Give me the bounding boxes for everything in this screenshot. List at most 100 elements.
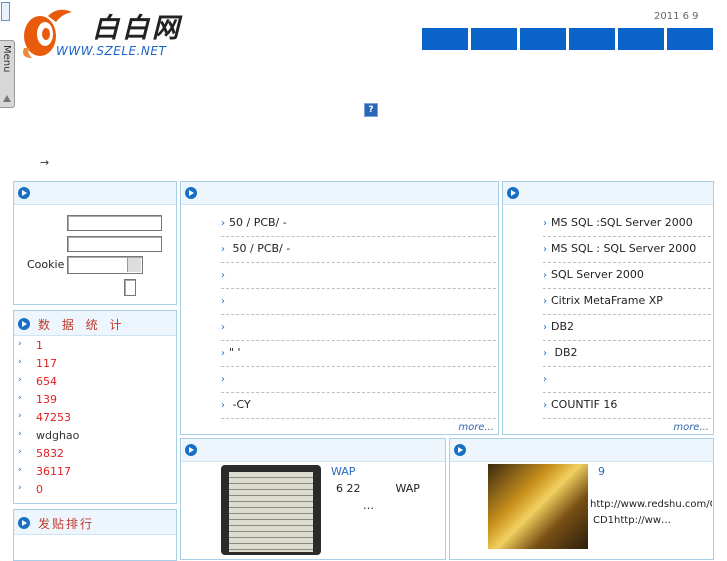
stat-value: 117 [36, 357, 57, 370]
stat-value: 0 [36, 483, 43, 496]
chevron-right-icon: › [221, 322, 225, 333]
nav-button-4[interactable] [569, 28, 615, 50]
chevron-right-icon: › [18, 411, 22, 421]
phone-screen [229, 472, 313, 552]
news-panel-middle: › 50 / PCB/ - › 50 / PCB/ - › › › › " ' › … [180, 181, 499, 435]
game-title[interactable]: 9 [598, 465, 605, 478]
nav-button-5[interactable] [618, 28, 664, 50]
login-panel: Cookie [13, 181, 177, 305]
nav-button-2[interactable] [471, 28, 517, 50]
news-item[interactable]: › " ' [221, 340, 496, 367]
corner-toggle[interactable] [1, 2, 10, 21]
username-input[interactable] [67, 215, 162, 231]
menu-tab-label: Menu [1, 45, 12, 73]
game-panel-header [450, 439, 713, 462]
panel-bullet-icon [185, 187, 197, 199]
panel-bullet-icon [185, 444, 197, 456]
news-panel-right: › MS SQL :SQL Server 2000 › MS SQL : SQL S… [502, 181, 714, 435]
cookie-select[interactable] [67, 256, 143, 274]
help-icon[interactable]: ? [364, 103, 378, 117]
news-item[interactable]: › [543, 366, 711, 393]
stat-value: 47253 [36, 411, 71, 424]
cookie-label: Cookie [27, 258, 65, 271]
chevron-right-icon: › [221, 270, 225, 281]
panel-bullet-icon [454, 444, 466, 456]
chevron-right-icon: › [543, 322, 547, 333]
chevron-right-icon: › [18, 339, 22, 349]
panel-bullet-icon [18, 187, 30, 199]
news-item[interactable]: › [221, 262, 496, 289]
chevron-right-icon: › [543, 348, 547, 359]
news-item-text[interactable]: DB2 [551, 320, 574, 333]
news-item[interactable]: › -CY [221, 392, 496, 419]
news-item-text[interactable]: DB2 [551, 346, 577, 359]
chevron-right-icon: › [18, 357, 22, 367]
chevron-right-icon: › [221, 400, 225, 411]
wap-ellipsis: … [363, 499, 374, 512]
chevron-right-icon: › [543, 270, 547, 281]
news-item[interactable]: › [221, 288, 496, 315]
nav-button-3[interactable] [520, 28, 566, 50]
game-panel: 9 http://www.redshu.com/C CD1http://ww… [449, 438, 714, 560]
newest-member-link[interactable]: wdghao [36, 429, 79, 442]
news-item-text[interactable]: Citrix MetaFrame XP [551, 294, 663, 307]
chevron-right-icon: › [221, 244, 225, 255]
password-input[interactable] [67, 236, 162, 252]
news-item[interactable]: › Citrix MetaFrame XP [543, 288, 711, 315]
chevron-right-icon: › [18, 375, 22, 385]
news-item-text[interactable]: 50 / PCB/ - [229, 242, 290, 255]
stat-value: 36117 [36, 465, 71, 478]
news-item[interactable]: › MS SQL :SQL Server 2000 [543, 210, 711, 237]
game-screenshot-image[interactable] [488, 464, 588, 549]
post-ranking-header: 发贴排行 [14, 510, 176, 535]
news-item[interactable]: › [221, 314, 496, 341]
phone-image[interactable] [221, 465, 321, 555]
chevron-right-icon: › [18, 465, 22, 475]
wap-summary: 6 22 WAP [336, 482, 420, 495]
login-panel-header [14, 182, 176, 205]
chevron-down-icon[interactable] [127, 258, 141, 272]
nav-button-1[interactable] [422, 28, 468, 50]
chevron-right-icon: › [221, 296, 225, 307]
news-item[interactable]: › 50 / PCB/ - [221, 210, 496, 237]
news-item-text[interactable]: 50 / PCB/ - [229, 216, 287, 229]
chevron-right-icon: › [221, 218, 225, 229]
post-ranking-title: 发贴排行 [38, 517, 95, 531]
news-item[interactable]: › SQL Server 2000 [543, 262, 711, 289]
more-link[interactable]: more... [673, 422, 709, 433]
chevron-right-icon: › [221, 374, 225, 385]
news-item-text[interactable]: MS SQL :SQL Server 2000 [551, 216, 693, 229]
panel-bullet-icon [18, 517, 30, 529]
login-button[interactable] [124, 279, 136, 296]
chevron-right-icon: › [221, 348, 225, 359]
news-item-text[interactable]: SQL Server 2000 [551, 268, 644, 281]
chevron-right-icon: › [18, 483, 22, 493]
post-ranking-panel: 发贴排行 [13, 509, 177, 561]
nav-button-6[interactable] [667, 28, 713, 50]
news-item[interactable]: › MS SQL : SQL Server 2000 [543, 236, 711, 263]
wap-panel: WAP 6 22 WAP … [180, 438, 446, 560]
chevron-right-icon: › [543, 296, 547, 307]
news-item[interactable]: › 50 / PCB/ - [221, 236, 496, 263]
news-item[interactable]: › DB2 [543, 340, 711, 367]
stat-value: 1 [36, 339, 43, 352]
news-item-text[interactable]: COUNTIF 16 [551, 398, 617, 411]
news-item-text[interactable]: " ' [229, 346, 241, 359]
wap-title[interactable]: WAP [331, 465, 355, 478]
news-panel-middle-header [181, 182, 498, 205]
menu-tab[interactable]: Menu [0, 40, 15, 108]
stat-value: 654 [36, 375, 57, 388]
news-item-text[interactable]: -CY [229, 398, 250, 411]
news-item[interactable]: › [221, 366, 496, 393]
news-item-text[interactable]: MS SQL : SQL Server 2000 [551, 242, 696, 255]
stats-panel: 数 据 统 计 › 1 › 117 › 654 › 139 › 47253 › wdghao… [13, 310, 177, 504]
panel-bullet-icon [18, 318, 30, 330]
stat-value: 5832 [36, 447, 64, 460]
chevron-right-icon: › [18, 447, 22, 457]
news-item[interactable]: › DB2 [543, 314, 711, 341]
game-url[interactable]: http://www.redshu.com/C [590, 499, 712, 510]
chevron-right-icon: › [543, 218, 547, 229]
more-link[interactable]: more... [458, 422, 494, 433]
panel-bullet-icon [507, 187, 519, 199]
news-item[interactable]: › COUNTIF 16 [543, 392, 711, 419]
